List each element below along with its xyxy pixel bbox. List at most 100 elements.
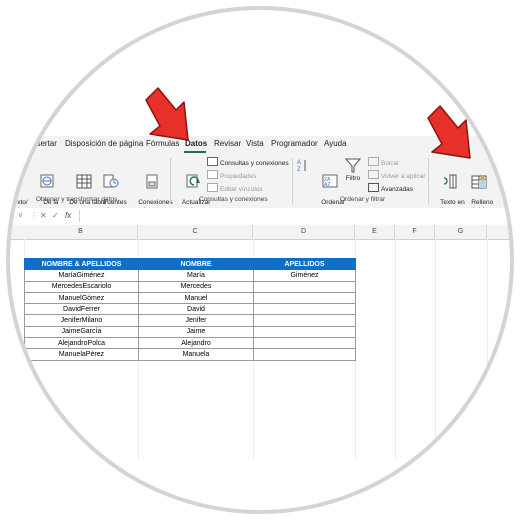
sort-button[interactable]: ZA AZ Ordenar xyxy=(314,158,345,215)
edit-links-button[interactable]: Editar vínculos xyxy=(207,183,263,194)
cancel-entry-button[interactable]: ✕ xyxy=(40,211,47,220)
cell-full-name[interactable]: JaimeGarcía xyxy=(24,325,139,339)
advanced-filter-icon xyxy=(368,183,379,192)
tab-ayuda[interactable]: Ayuda xyxy=(324,139,347,148)
cell-full-name[interactable]: JeniferMilano xyxy=(24,314,139,327)
table-header-row: NOMBRE & APELLIDOS NOMBRE APELLIDOS xyxy=(24,257,356,271)
column-header-b[interactable]: B xyxy=(24,225,138,239)
svg-text:Z: Z xyxy=(297,167,301,173)
reapply-filter-button[interactable]: Volver a aplicar xyxy=(368,170,425,181)
header-last-name[interactable]: APELLIDOS xyxy=(253,257,356,271)
cell-last-name[interactable] xyxy=(253,303,356,316)
cell-last-name[interactable] xyxy=(253,325,356,339)
column-header-g[interactable]: G xyxy=(435,225,487,239)
properties-label: Propiedades xyxy=(220,173,257,180)
edit-links-icon xyxy=(207,183,218,192)
tab-insertar[interactable]: nsertar xyxy=(32,139,57,148)
cell-first-name[interactable]: Alejandro xyxy=(138,337,254,350)
flash-fill-icon xyxy=(471,174,487,189)
pointer-arrow-datos-icon xyxy=(145,87,189,141)
properties-button[interactable]: Propiedades xyxy=(207,170,257,181)
cell-first-name[interactable]: Manuel xyxy=(138,291,254,305)
clear-filter-icon xyxy=(368,157,379,166)
sort-az-button[interactable]: AZ xyxy=(297,158,307,175)
excel-window: nsertar Disposición de página Fórmulas D… xyxy=(10,10,510,510)
cell-full-name[interactable]: MaríaGiménez xyxy=(24,269,139,282)
column-header-e[interactable]: E xyxy=(355,225,395,239)
clear-filter-button[interactable]: Borrar xyxy=(368,157,399,168)
active-tab-indicator xyxy=(184,151,206,153)
group-label-get-data: Obtener y transformar datos xyxy=(36,196,118,203)
cell-last-name[interactable] xyxy=(253,348,356,361)
svg-text:AZ: AZ xyxy=(324,182,330,188)
cell-full-name[interactable]: ManuelGómez xyxy=(24,291,139,305)
names-table: NOMBRE & APELLIDOS NOMBRE APELLIDOS Marí… xyxy=(24,257,356,361)
group-separator xyxy=(428,158,429,204)
confirm-entry-button[interactable]: ✓ xyxy=(52,211,59,220)
cell-full-name[interactable]: AlejandroPolca xyxy=(24,337,139,350)
divider-dots-icon: ⋮ xyxy=(30,211,38,220)
existing-connections-icon xyxy=(146,174,158,189)
refresh-icon xyxy=(186,174,200,188)
table-row: DavidFerrer David xyxy=(24,303,356,316)
queries-connections-button[interactable]: Consultas y conexiones xyxy=(207,157,289,168)
tab-programador[interactable]: Programador xyxy=(271,139,318,148)
pointer-arrow-flash-fill-icon xyxy=(427,105,471,159)
cell-last-name[interactable] xyxy=(253,280,356,293)
zoom-lens: nsertar Disposición de página Fórmulas D… xyxy=(10,10,510,510)
reapply-label: Volver a aplicar xyxy=(381,173,426,180)
advanced-filter-label: Avanzadas xyxy=(381,186,414,193)
cell-first-name[interactable]: Jaime xyxy=(138,325,254,339)
cell-last-name[interactable] xyxy=(253,314,356,327)
cell-last-name[interactable] xyxy=(253,337,356,350)
filter-funnel-icon xyxy=(345,158,361,173)
cell-full-name[interactable]: ManuelaPérez xyxy=(24,348,139,361)
queries-connections-label: Consultas y conexiones xyxy=(220,160,289,167)
cell-first-name[interactable]: María xyxy=(138,269,254,282)
filter-button[interactable]: Filtro xyxy=(345,158,361,183)
cell-first-name[interactable]: David xyxy=(138,303,254,316)
table-row: JeniferMilano Jenifer xyxy=(24,314,356,327)
column-header-c[interactable]: C xyxy=(138,225,253,239)
tab-vista[interactable]: Vista xyxy=(246,139,264,148)
formula-bar: ˅ ⋮ ✕ ✓ fx xyxy=(10,208,510,226)
column-header-f[interactable]: F xyxy=(395,225,435,239)
header-full-name[interactable]: NOMBRE & APELLIDOS xyxy=(24,257,139,271)
header-first-name[interactable]: NOMBRE xyxy=(138,257,254,271)
csv-file-icon xyxy=(10,174,21,188)
properties-icon xyxy=(207,170,218,179)
clear-filter-label: Borrar xyxy=(381,160,400,167)
tab-disposicion-pagina[interactable]: Disposición de página xyxy=(65,139,143,148)
table-row: MaríaGiménez María Giménez xyxy=(24,269,356,282)
group-separator xyxy=(292,158,293,204)
cell-full-name[interactable]: DavidFerrer xyxy=(24,303,139,316)
reapply-icon xyxy=(368,170,379,179)
cell-first-name[interactable]: Manuela xyxy=(138,348,254,361)
group-label-sort-filter: Ordenar y filtrar xyxy=(340,196,386,203)
insert-function-button[interactable]: fx xyxy=(65,211,71,220)
edit-links-label: Editar vínculos xyxy=(220,186,263,193)
cell-first-name[interactable]: Mercedes xyxy=(138,280,254,293)
table-row: ManuelaPérez Manuela xyxy=(24,348,356,361)
filter-label: Filtro xyxy=(345,175,361,182)
table-grid-icon xyxy=(76,174,92,189)
cell-last-name[interactable]: Giménez xyxy=(253,269,356,282)
text-to-columns-icon xyxy=(443,174,457,189)
tab-revisar[interactable]: Revisar xyxy=(214,139,241,148)
table-row: MercedesEscariolo Mercedes xyxy=(24,280,356,293)
formula-input[interactable] xyxy=(79,210,510,222)
table-row: JaimeGarcía Jaime xyxy=(24,325,356,339)
queries-icon xyxy=(207,157,218,166)
sort-az-icon: AZ xyxy=(297,160,306,173)
cell-full-name[interactable]: MercedesEscariolo xyxy=(24,280,139,293)
advanced-filter-button[interactable]: Avanzadas xyxy=(368,183,413,194)
table-row: ManuelGómez Manuel xyxy=(24,291,356,305)
group-label-queries: Consultas y conexiones xyxy=(199,196,268,203)
column-headers: B C D E F G xyxy=(10,225,510,240)
column-header-d[interactable]: D xyxy=(253,225,355,239)
svg-text:A: A xyxy=(297,160,301,166)
name-box-dropdown[interactable]: ˅ xyxy=(18,211,23,220)
cell-last-name[interactable] xyxy=(253,291,356,305)
cell-first-name[interactable]: Jenifer xyxy=(138,314,254,327)
sort-dialog-icon: ZAAZ xyxy=(322,174,338,188)
